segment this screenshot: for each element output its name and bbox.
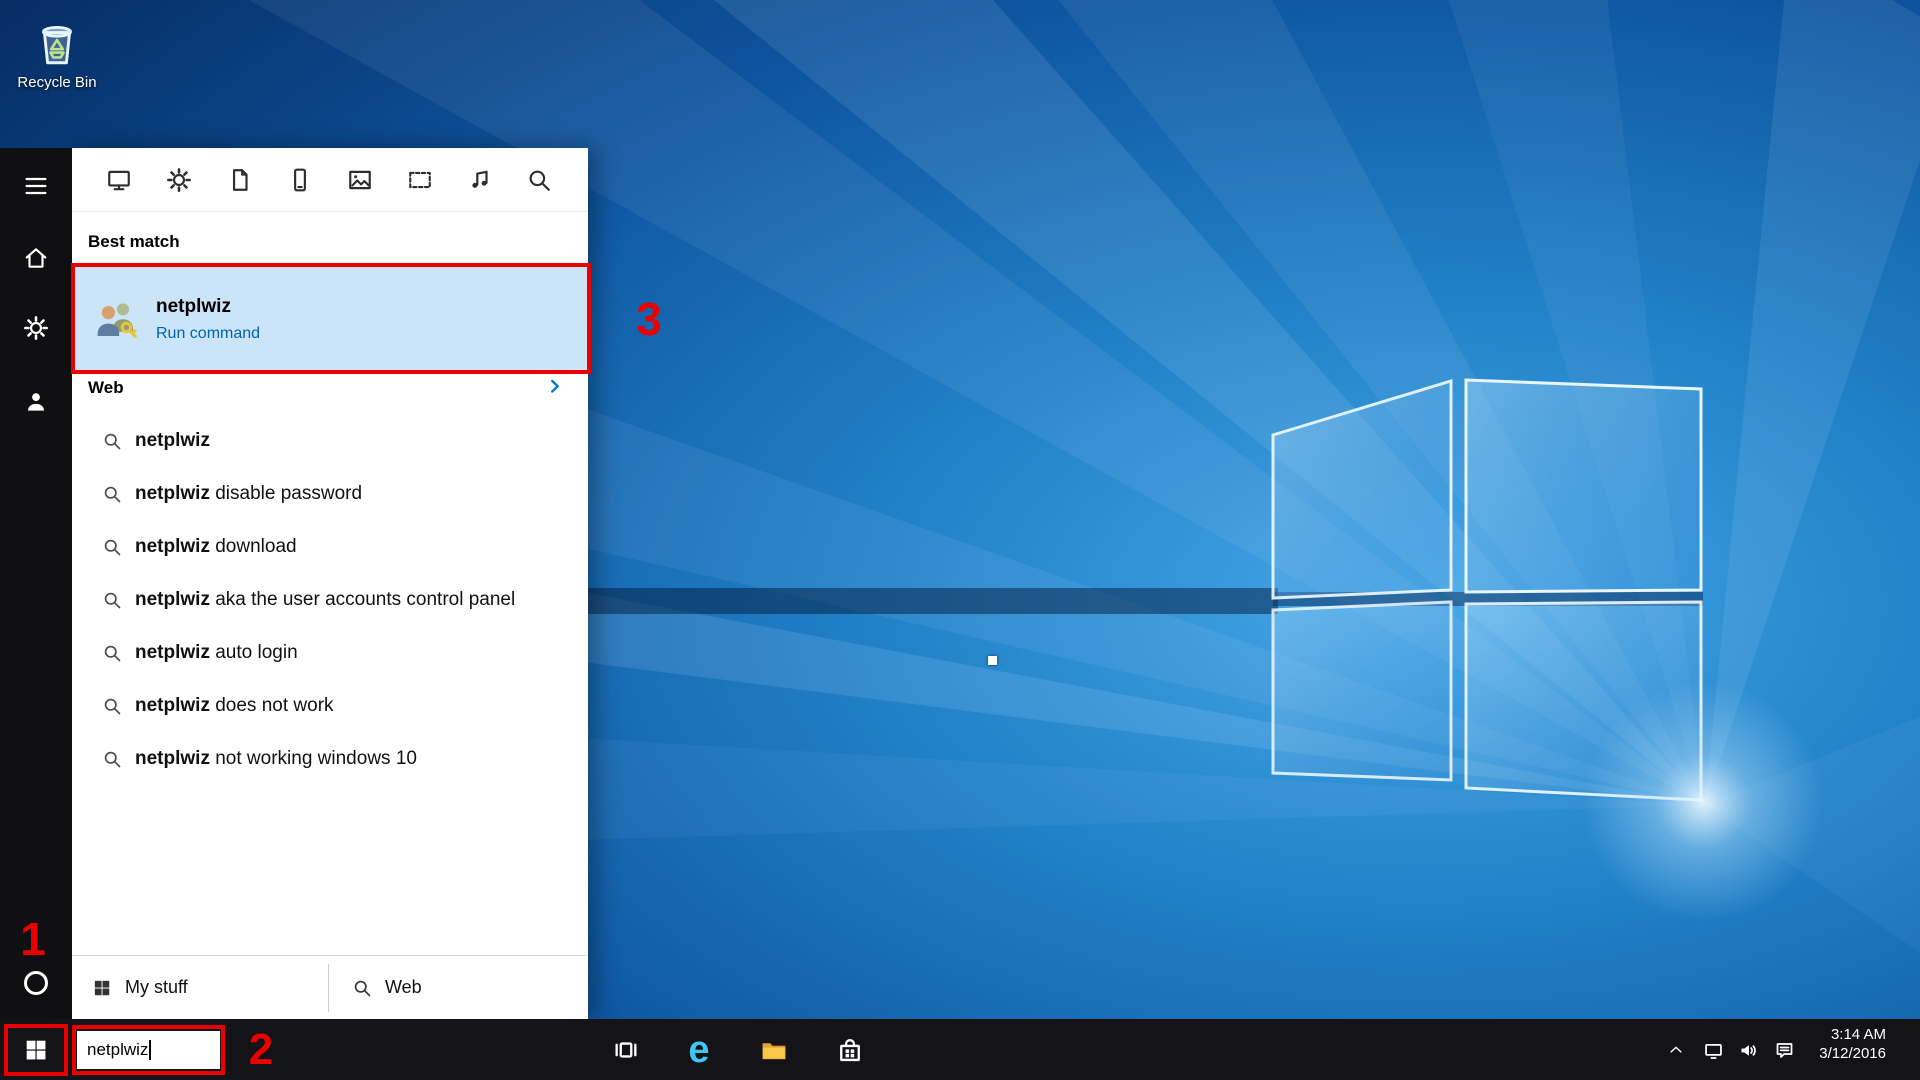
user-accounts-icon: [92, 295, 140, 343]
search-suggestion[interactable]: netplwiz download: [72, 520, 588, 573]
filter-search-button[interactable]: [517, 158, 561, 202]
display-icon: [1703, 1040, 1724, 1061]
search-icon: [102, 537, 122, 557]
filter-phone-button[interactable]: [278, 158, 322, 202]
filter-music-button[interactable]: [458, 158, 502, 202]
settings-icon: [166, 167, 192, 193]
mouse-cursor: [988, 656, 997, 665]
search-icon: [352, 978, 372, 998]
web-expand-button[interactable]: [544, 375, 566, 397]
photos-icon: [347, 167, 373, 193]
edge-button[interactable]: e: [677, 1019, 721, 1080]
search-icon: [102, 484, 122, 504]
filter-documents-button[interactable]: [218, 158, 262, 202]
search-suggestion[interactable]: netplwiz: [72, 414, 588, 467]
start-sidebar: [0, 148, 72, 1019]
search-icon: [102, 696, 122, 716]
taskbar: netplwiz e 3:14 AM 3/12/2016: [0, 1019, 1920, 1080]
windows-logo-icon: [92, 978, 112, 998]
clock-time: 3:14 AM: [1819, 1025, 1886, 1044]
web-section-header: Web: [88, 378, 124, 398]
filter-photos-button[interactable]: [338, 158, 382, 202]
recycle-bin[interactable]: Recycle Bin: [11, 12, 103, 91]
settings-icon: [23, 315, 49, 341]
file-explorer-icon: [760, 1036, 788, 1064]
store-icon: [836, 1036, 864, 1064]
result-subtitle: Run command: [156, 325, 260, 343]
music-icon: [467, 167, 493, 193]
settings-button[interactable]: [14, 306, 58, 350]
file-explorer-button[interactable]: [752, 1019, 796, 1080]
footer-divider: [328, 964, 329, 1012]
chevron-right-icon: [544, 375, 566, 397]
search-icon: [526, 167, 552, 193]
my-stuff-label: My stuff: [125, 977, 188, 998]
best-match-result[interactable]: netplwiz Run command: [72, 267, 588, 371]
videos-icon: [407, 167, 433, 193]
menu-button[interactable]: [14, 164, 58, 208]
cortana-button[interactable]: [14, 961, 58, 1005]
taskbar-search-input[interactable]: netplwiz: [77, 1031, 220, 1069]
search-icon: [102, 749, 122, 769]
search-suggestion[interactable]: netplwiz not working windows 10: [72, 732, 588, 785]
action-center-button[interactable]: [1771, 1037, 1797, 1063]
user-icon: [23, 389, 49, 415]
edge-icon: e: [688, 1031, 709, 1069]
chevron-up-icon: [1667, 1041, 1685, 1059]
filter-apps-button[interactable]: [97, 158, 141, 202]
my-stuff-button[interactable]: My stuff: [72, 956, 328, 1019]
search-panel-footer: My stuff Web: [72, 955, 588, 1019]
windows-desktop: Recycle Bin Best match netplwiz Run comm: [0, 0, 1920, 1080]
store-button[interactable]: [828, 1019, 872, 1080]
result-title: netplwiz: [156, 296, 260, 318]
phone-icon: [287, 167, 313, 193]
search-icon: [102, 590, 122, 610]
clock-date: 3/12/2016: [1819, 1044, 1886, 1063]
search-suggestion[interactable]: netplwiz disable password: [72, 467, 588, 520]
tray-expand-button[interactable]: [1663, 1037, 1689, 1063]
task-view-button[interactable]: [604, 1019, 648, 1080]
best-match-header: Best match: [88, 232, 180, 252]
search-input-value: netplwiz: [87, 1040, 148, 1060]
menu-icon: [22, 172, 50, 200]
search-suggestion[interactable]: netplwiz auto login: [72, 626, 588, 679]
web-label: Web: [385, 977, 422, 998]
filter-settings-button[interactable]: [157, 158, 201, 202]
action-center-icon: [1774, 1040, 1795, 1061]
tray-volume-button[interactable]: [1735, 1037, 1761, 1063]
filter-videos-button[interactable]: [398, 158, 442, 202]
documents-icon: [227, 167, 253, 193]
volume-icon: [1738, 1040, 1759, 1061]
start-icon: [23, 1037, 49, 1063]
task-view-icon: [612, 1036, 640, 1064]
web-search-button[interactable]: Web: [328, 956, 422, 1019]
text-caret: [149, 1040, 151, 1060]
search-icon: [102, 643, 122, 663]
search-suggestion[interactable]: netplwiz aka the user accounts control p…: [72, 573, 588, 626]
accounts-button[interactable]: [14, 380, 58, 424]
start-button[interactable]: [14, 1019, 58, 1080]
web-suggestions-list: netplwiz netplwiz disable password netpl…: [72, 414, 588, 785]
apps-icon: [106, 167, 132, 193]
search-suggestion[interactable]: netplwiz does not work: [72, 679, 588, 732]
home-button[interactable]: [14, 236, 58, 280]
search-icon: [102, 431, 122, 451]
cortana-ring-icon: [24, 971, 48, 995]
tray-display-button[interactable]: [1700, 1037, 1726, 1063]
recycle-bin-icon: [28, 12, 86, 70]
home-icon: [23, 245, 49, 271]
search-filter-row: [72, 148, 588, 212]
recycle-bin-label: Recycle Bin: [11, 74, 103, 91]
taskbar-clock[interactable]: 3:14 AM 3/12/2016: [1819, 1025, 1886, 1063]
